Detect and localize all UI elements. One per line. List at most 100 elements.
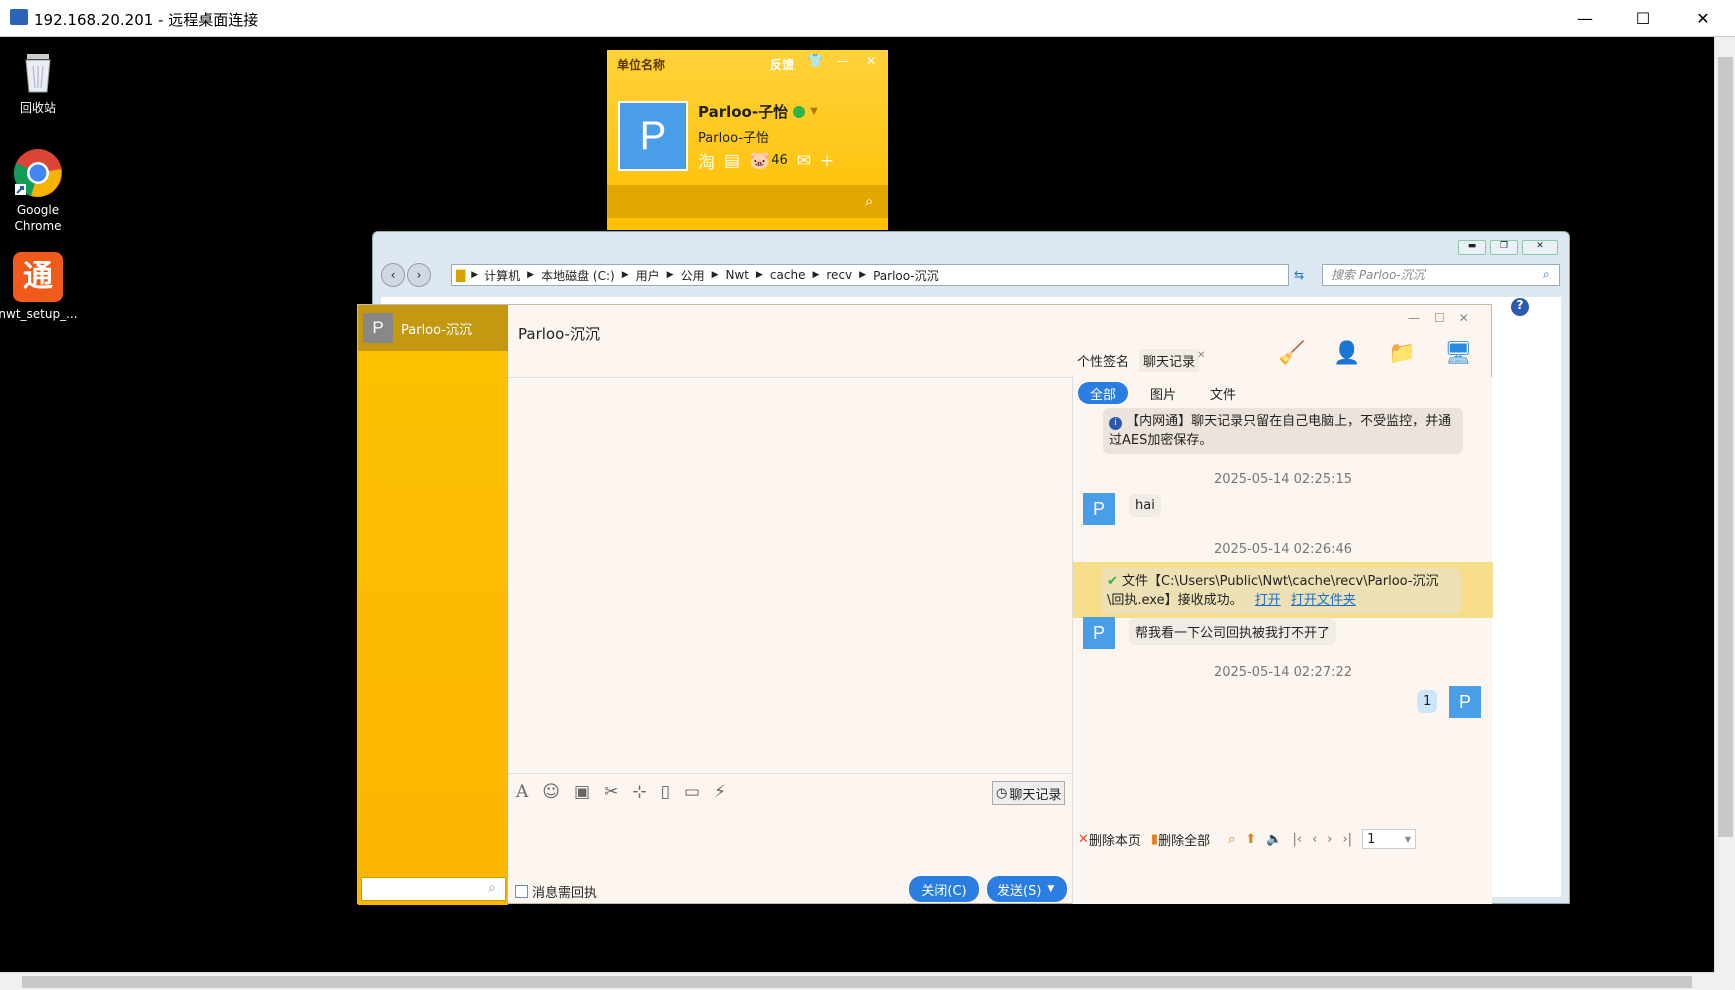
history-panel: 全部 图片 文件 i 【内网通】聊天记录只留在自己电脑上，不受监控，并通过AES… — [1072, 377, 1493, 904]
signature[interactable]: Parloo-子怡 — [698, 127, 769, 146]
delete-page-button[interactable]: ✕ 删除本页 — [1078, 830, 1141, 849]
scrollbar-thumb[interactable] — [1718, 57, 1733, 837]
screenshot-region-icon[interactable]: ⊹ — [632, 782, 646, 802]
explorer-search-input[interactable]: 搜索 Parloo-沉沉 — [1322, 264, 1560, 286]
folder-send-icon[interactable]: ▭ — [684, 782, 700, 802]
filter-all[interactable]: 全部 — [1078, 382, 1128, 404]
breadcrumb-cache[interactable]: cache — [770, 268, 806, 282]
close-button[interactable]: ✕ — [1680, 0, 1726, 37]
breadcrumb-computer[interactable]: 计算机 — [484, 267, 520, 284]
online-status-icon[interactable] — [793, 105, 806, 118]
file-received-row: ✔ 文件【C:\Users\Public\Nwt\cache\recv\Parl… — [1073, 562, 1493, 618]
search-icon[interactable]: ⌕ — [1543, 267, 1550, 282]
folder-icon: ▇ — [456, 268, 466, 282]
breadcrumb-recv[interactable]: recv — [826, 268, 852, 282]
chevron-down-icon[interactable]: ▼ — [1047, 884, 1054, 894]
maximize-button[interactable]: ☐ — [1620, 0, 1666, 37]
address-bar[interactable]: ▇ ▶ 计算机 ▶ 本地磁盘 (C:) ▶ 用户 ▶ 公用 ▶ Nwt ▶ cache ▶ … — [451, 264, 1289, 286]
note-icon[interactable]: ▤ — [724, 151, 740, 171]
desktop-icon-label: Google Chrome — [14, 203, 62, 233]
screenshot-icon[interactable]: ✂ — [604, 782, 618, 802]
breadcrumb-public[interactable]: 公用 — [681, 267, 705, 284]
breadcrumb-sep: ▶ — [527, 270, 535, 280]
user-name-text: Parloo-子怡 — [698, 103, 789, 121]
page-select[interactable]: 1 ▼ — [1362, 829, 1417, 849]
font-icon[interactable]: A — [516, 782, 528, 802]
breadcrumb-sep: ▶ — [471, 270, 479, 280]
search-icon[interactable]: ⌕ — [865, 192, 873, 210]
upload-icon[interactable]: ⬆ — [1245, 832, 1256, 847]
send-button[interactable]: 发送(S) ▼ — [987, 876, 1067, 902]
checkbox[interactable] — [515, 885, 528, 898]
timestamp: 2025-05-14 02:26:46 — [1213, 542, 1353, 557]
search-bar[interactable]: ⌕ — [607, 185, 888, 218]
help-icon[interactable]: ? — [1511, 298, 1529, 316]
maximize-icon[interactable]: ☐ — [1434, 311, 1445, 325]
sidebar-item-contact[interactable]: P Parloo-沉沉 — [358, 305, 508, 351]
close-icon[interactable]: ✕ — [1459, 311, 1469, 325]
filter-images[interactable]: 图片 — [1138, 384, 1188, 403]
tab-history[interactable]: 聊天记录 — [1139, 348, 1200, 372]
avatar[interactable]: P — [1083, 493, 1115, 525]
filter-files[interactable]: 文件 — [1198, 384, 1248, 403]
delete-all-button[interactable]: ▮ 删除全部 — [1151, 830, 1210, 849]
taobao-icon[interactable]: 淘 — [698, 148, 715, 173]
horizontal-scrollbar[interactable] — [0, 972, 1714, 990]
minimize-button[interactable]: ▬ — [1458, 240, 1486, 255]
add-icon[interactable]: + — [820, 151, 834, 171]
prev-page-icon[interactable]: ‹ — [1312, 832, 1317, 847]
image-icon[interactable]: ▣ — [574, 782, 590, 802]
feedback-link[interactable]: 反馈 — [770, 56, 794, 73]
minimize-button[interactable]: — — [1562, 0, 1608, 37]
restore-button[interactable]: ❐ — [1490, 240, 1518, 255]
contact-search-input[interactable]: ⌕ — [361, 877, 506, 901]
close-tab-icon[interactable]: ✕ — [1197, 350, 1205, 361]
breadcrumb-parloo[interactable]: Parloo-沉沉 — [873, 267, 939, 284]
right-tabs: 个性签名 聊天记录 ✕ — [1072, 343, 1492, 377]
close-icon[interactable]: ✕ — [866, 54, 876, 68]
breadcrumb-nwt[interactable]: Nwt — [726, 268, 750, 282]
emoji-icon[interactable]: ☺ — [542, 782, 560, 802]
user-name[interactable]: Parloo-子怡 ▼ — [698, 101, 818, 122]
desktop-icon-recycle-bin[interactable]: 回收站 — [0, 46, 78, 116]
history-button[interactable]: ◷ 聊天记录 — [992, 781, 1066, 805]
avatar[interactable]: P — [1083, 617, 1115, 649]
avatar[interactable]: P — [1449, 686, 1481, 718]
tab-signature[interactable]: 个性签名 — [1077, 351, 1129, 370]
breadcrumb-sep: ▶ — [666, 270, 674, 280]
last-page-icon[interactable]: ›| — [1342, 832, 1352, 847]
security-notice: i 【内网通】聊天记录只留在自己电脑上，不受监控，并通过AES加密保存。 — [1103, 408, 1463, 454]
breadcrumb-c-drive[interactable]: 本地磁盘 (C:) — [541, 267, 615, 284]
volume-icon[interactable]: 🔈 — [1266, 832, 1282, 847]
scrollbar-thumb[interactable] — [22, 976, 1692, 988]
window-title: 192.168.20.201 - 远程桌面连接 — [34, 11, 259, 29]
forward-button[interactable]: › — [407, 263, 431, 287]
piggy-icon[interactable]: 🐷 46 — [749, 151, 788, 171]
history-filters: 全部 图片 文件 — [1078, 382, 1248, 404]
open-folder-link[interactable]: 打开文件夹 — [1291, 593, 1356, 608]
close-chat-button[interactable]: 关闭(C) — [909, 876, 979, 902]
avatar[interactable]: P — [618, 101, 688, 171]
refresh-icon[interactable]: ⇆ — [1294, 268, 1304, 282]
minimize-icon[interactable]: — — [1408, 311, 1420, 325]
file-icon[interactable]: ▯ — [661, 782, 670, 802]
trash-icon: ▮ — [1150, 831, 1159, 847]
minimize-icon[interactable]: — — [837, 54, 849, 68]
first-page-icon[interactable]: |‹ — [1292, 832, 1302, 847]
search-icon[interactable]: ⌕ — [1228, 832, 1235, 847]
open-file-link[interactable]: 打开 — [1255, 593, 1281, 608]
close-button[interactable]: ✕ — [1522, 240, 1558, 255]
breadcrumb-users[interactable]: 用户 — [636, 267, 660, 284]
desktop-icon-nwt-setup[interactable]: 通 nwt_setup_... — [0, 252, 78, 322]
next-page-icon[interactable]: › — [1327, 832, 1332, 847]
breadcrumb-sep: ▶ — [812, 270, 820, 280]
vertical-scrollbar[interactable] — [1714, 37, 1735, 972]
receipt-checkbox[interactable]: 消息需回执 — [515, 882, 597, 901]
skin-icon[interactable]: 👕 — [807, 54, 823, 69]
chevron-down-icon[interactable]: ▼ — [810, 106, 818, 117]
desktop-icon-chrome[interactable]: Google Chrome — [0, 148, 78, 234]
mail-icon[interactable]: ✉ — [797, 151, 811, 171]
back-button[interactable]: ‹ — [381, 263, 405, 287]
screen-capture-icon[interactable]: ⚡ — [714, 782, 726, 802]
im-mini-panel: 单位名称 反馈 👕 — ✕ P Parloo-子怡 ▼ Parloo-子怡 淘 … — [607, 50, 888, 230]
